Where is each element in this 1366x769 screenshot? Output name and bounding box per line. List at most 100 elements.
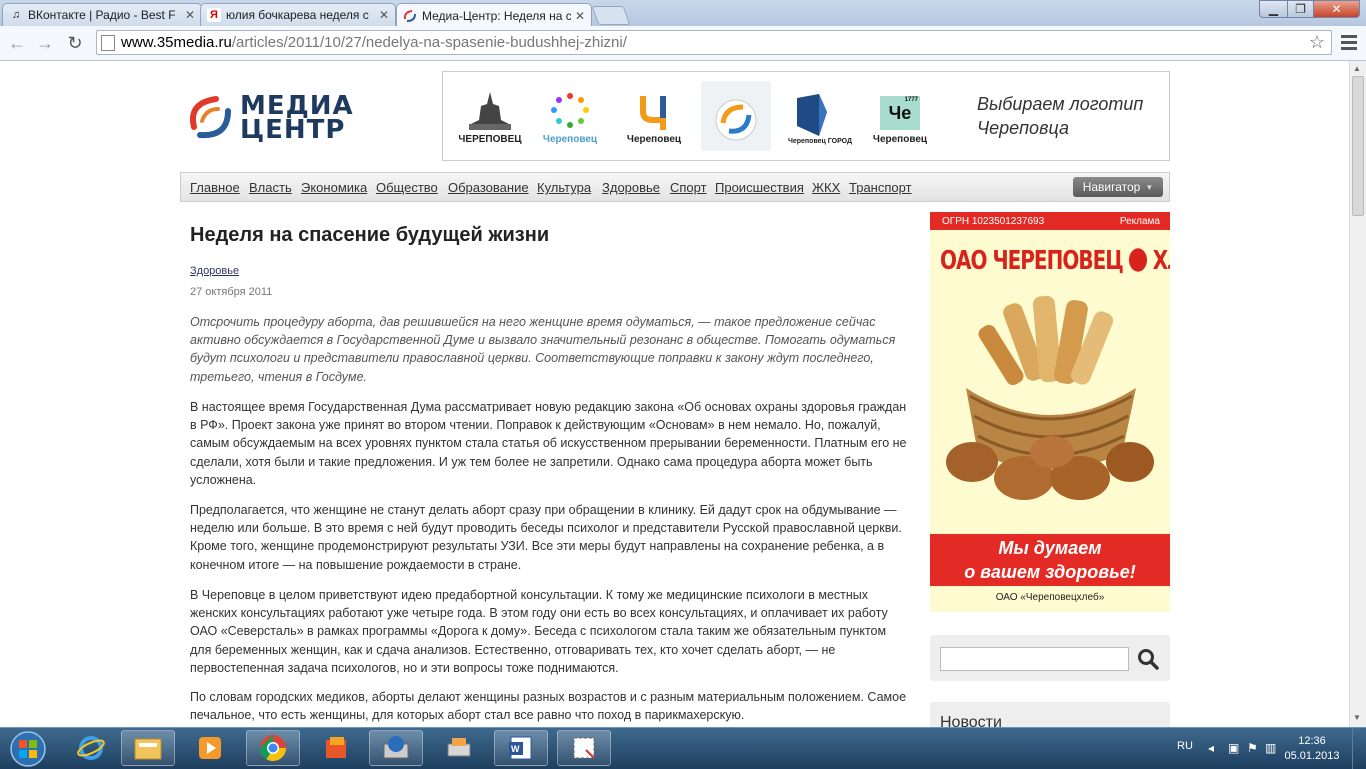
url-host: www.35media.ru [121, 34, 232, 51]
nav-link-power[interactable]: Власть [249, 180, 292, 195]
svg-text:W: W [511, 744, 520, 754]
forward-button[interactable]: → [34, 32, 56, 54]
new-tab-button[interactable] [591, 6, 631, 25]
taskbar-snipping[interactable] [557, 730, 611, 766]
tab-vkontakte[interactable]: ♫ ВКонтакте | Радио - Best F ✕ [2, 3, 202, 26]
banner-logo-label: ЧЕРЕПОВЕЦ [458, 134, 522, 145]
banner-headline-line: Череповца [977, 118, 1069, 138]
taskbar-media-player[interactable] [183, 730, 237, 766]
navigator-label: Навигатор [1082, 180, 1141, 194]
scroll-up-icon[interactable]: ▲ [1353, 64, 1361, 73]
ad-brand-text: ОАО ЧЕРЕПОВЕЦ [940, 244, 1124, 276]
banner-logo-label: Череповец [542, 134, 598, 145]
banner-logo-label: Череповец [872, 134, 928, 145]
article-title: Неделя на спасение будущей жизни [190, 224, 550, 246]
ad-label: Реклама [1119, 215, 1160, 227]
taskbar-word[interactable]: W [494, 730, 548, 766]
media-center-icon [403, 9, 417, 23]
nav-link-society[interactable]: Общество [376, 180, 438, 195]
close-icon[interactable]: ✕ [185, 8, 195, 22]
banner-logo-4 [701, 81, 771, 151]
nav-link-education[interactable]: Образование [448, 180, 529, 195]
nav-link-sport[interactable]: Спорт [670, 180, 707, 195]
chrome-menu-icon[interactable] [1339, 32, 1359, 52]
news-widget: Новости [930, 702, 1170, 727]
nav-link-incidents[interactable]: Происшествия [715, 180, 804, 195]
tab-yandex[interactable]: Я юлия бочкарева неделя с ✕ [200, 3, 396, 26]
tray-expand-icon[interactable]: ◂ [1208, 741, 1214, 755]
system-clock[interactable]: 12:36 05.01.2013 [1282, 734, 1342, 764]
ad-company: ОАО «Череповецхлеб» [995, 592, 1105, 603]
ad-ogrn: ОГРН 1023501237693 [942, 215, 1045, 227]
clock-date: 05.01.2013 [1284, 750, 1340, 762]
window-close-button[interactable]: ✕ [1313, 0, 1360, 18]
article-paragraph: В Череповце в целом приветствуют идею пр… [190, 588, 888, 675]
minimize-button[interactable]: ▁ [1259, 0, 1288, 18]
nav-link-health[interactable]: Здоровье [602, 180, 660, 195]
banner-logo-label: Череповец [626, 134, 682, 145]
ad-brand-tail: ХЛЕБ [1152, 244, 1170, 276]
folder-icon [134, 738, 162, 760]
scroll-down-icon[interactable]: ▼ [1353, 713, 1361, 722]
ad-slogan-line: о вашем здоровье! [964, 562, 1136, 582]
bread-basket-image [946, 295, 1154, 500]
search-icon[interactable] [1136, 647, 1160, 671]
banner-logo-label: Череповец ГОРОД [787, 138, 853, 145]
start-button[interactable] [2, 729, 54, 769]
article-paragraph: По словам городских медиков, аборты дела… [190, 690, 907, 723]
page-scrollbar[interactable]: ▲ ▼ [1349, 61, 1366, 727]
taskbar-explorer[interactable] [121, 730, 175, 766]
back-button[interactable]: ← [6, 32, 28, 54]
close-icon[interactable]: ✕ [379, 8, 389, 22]
news-widget-title: Новости [940, 714, 1002, 727]
tab-title: юлия бочкарева неделя с [226, 8, 369, 22]
maximize-button[interactable]: ❐ [1287, 0, 1314, 18]
logo-contest-banner[interactable]: ЧЕРЕПОВЕЦ Череповец Череповец Череповец … [442, 71, 1170, 161]
ad-slogan: Мы думаем о вашем здоровье! [930, 534, 1170, 586]
nav-link-main[interactable]: Главное [190, 180, 240, 195]
browser-toolbar: ← → ↻ www.35media.ru/articles/2011/10/27… [0, 26, 1366, 61]
clock-time: 12:36 [1298, 735, 1326, 747]
letter-ch-logo-icon [640, 96, 666, 130]
tab-title: ВКонтакте | Радио - Best F [28, 8, 176, 22]
taskbar-hp[interactable] [369, 730, 423, 766]
tab-title: Медиа-Центр: Неделя на с [422, 8, 571, 23]
address-bar[interactable]: www.35media.ru/articles/2011/10/27/nedel… [96, 30, 1332, 55]
language-indicator[interactable]: RU [1177, 740, 1193, 752]
logo-text-center: ЦЕНТР [240, 115, 346, 145]
navigator-dropdown[interactable]: Навигатор ▼ [1073, 177, 1163, 197]
ad-slogan-line: Мы думаем [998, 538, 1102, 558]
bookmark-star-icon[interactable]: ☆ [1309, 32, 1325, 53]
media-center-logo-icon [190, 96, 231, 139]
nav-link-culture[interactable]: Культура [537, 180, 591, 195]
search-input[interactable] [940, 647, 1129, 671]
che-year: 1777 [904, 97, 918, 103]
internet-explorer-icon [77, 736, 105, 760]
tab-media-center[interactable]: Медиа-Центр: Неделя на с ✕ [396, 3, 592, 27]
nav-link-housing[interactable]: ЖКХ [812, 180, 840, 195]
close-icon[interactable]: ✕ [575, 9, 585, 23]
hexagon-logo-icon [797, 94, 827, 136]
taskbar-internet-explorer[interactable] [64, 730, 118, 766]
taskbar-app-printer[interactable] [432, 730, 486, 766]
show-desktop-button[interactable] [1352, 728, 1366, 769]
nav-link-economy[interactable]: Экономика [301, 180, 367, 195]
tray-device-icon[interactable]: ▣ [1228, 741, 1239, 755]
nav-link-transport[interactable]: Транспорт [849, 180, 912, 195]
flag-icon[interactable]: ⚑ [1247, 741, 1258, 755]
article-paragraph: Предполагается, что женщине не станут де… [190, 503, 902, 572]
reload-button[interactable]: ↻ [64, 32, 86, 54]
network-icon[interactable]: ▥ [1265, 741, 1276, 755]
page-icon [101, 34, 115, 51]
article-category-link[interactable]: Здоровье [190, 265, 239, 277]
banner-headline: Выбираем логотип Череповца [977, 92, 1143, 140]
chevron-down-icon: ▼ [1145, 182, 1154, 192]
chrome-icon [259, 735, 287, 762]
site-logo[interactable]: МЕДИА ЦЕНТР [186, 89, 356, 145]
taskbar-chrome[interactable] [246, 730, 300, 766]
article-lead: Отсрочить процедуру аборта, дав решившей… [190, 315, 896, 384]
taskbar-app-orange[interactable] [309, 730, 363, 766]
site-search [930, 635, 1170, 681]
bread-ad-banner[interactable]: ОГРН 1023501237693 Реклама ОАО ЧЕРЕПОВЕЦ… [930, 212, 1170, 612]
scrollbar-thumb[interactable] [1352, 76, 1364, 216]
